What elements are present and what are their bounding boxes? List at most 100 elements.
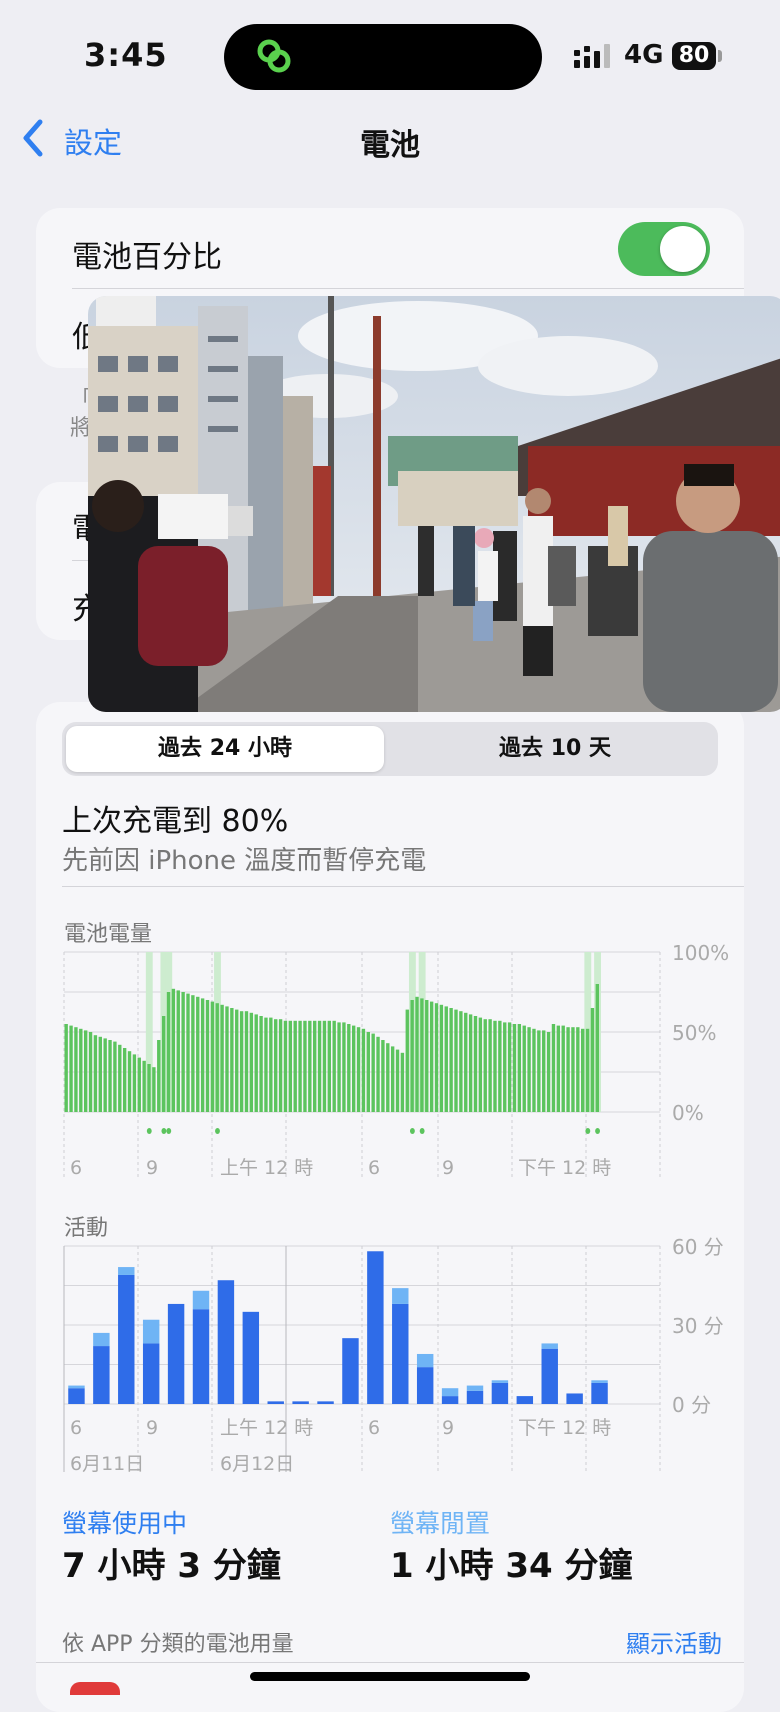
battery-level-bar xyxy=(439,1004,444,1112)
battery-level-bar xyxy=(249,1012,254,1112)
street-scene-image xyxy=(88,296,780,712)
activity-bar-screen-on xyxy=(416,1367,434,1404)
battery-level-bar xyxy=(581,1028,585,1112)
battery-level-bar xyxy=(308,1020,312,1112)
activity-chart[interactable]: 60 分 30 分 0 分 6 9 上午 12 時 6 9 下午 12 時 6月11日 6月12日 xyxy=(0,1236,780,1476)
battery-level-bar xyxy=(454,1009,458,1112)
app-icon-partial[interactable] xyxy=(70,1682,120,1695)
battery-level-bar xyxy=(83,1030,88,1112)
battery-level-bar xyxy=(420,998,424,1112)
time-range-segmented-control[interactable]: 過去 24 小時 過去 10 天 xyxy=(62,722,718,776)
screen-on-value: 7 小時 3 分鐘 xyxy=(62,1546,281,1586)
date-label: 6月11日 xyxy=(70,1453,144,1475)
battery-level-bar xyxy=(576,1027,580,1112)
battery-level-bar xyxy=(196,996,200,1112)
battery-level-bar xyxy=(542,1030,546,1112)
battery-level-bar xyxy=(186,993,190,1112)
last-charge-title: 上次充電到 80% xyxy=(62,804,289,839)
battery-level-bar xyxy=(342,1022,346,1112)
battery-level-bar xyxy=(122,1048,127,1112)
battery-level-bar xyxy=(410,1000,414,1112)
home-indicator[interactable] xyxy=(250,1672,530,1681)
tab-last-24-hours[interactable]: 過去 24 小時 xyxy=(62,722,388,776)
battery-level-bar xyxy=(322,1020,327,1112)
activity-bar-screen-on xyxy=(167,1303,185,1404)
battery-level-bar xyxy=(239,1011,244,1112)
activity-bar-screen-on xyxy=(541,1348,558,1404)
x-tick-label: 下午 12 時 xyxy=(518,1157,611,1179)
charging-marker xyxy=(409,1128,415,1134)
battery-level-bar xyxy=(361,1028,366,1112)
battery-level-bar xyxy=(488,1019,492,1112)
battery-level-chart[interactable]: 100% 50% 0% 6 9 上午 12 時 6 9 下午 12 時 xyxy=(0,940,780,1180)
tab-last-10-days[interactable]: 過去 10 天 xyxy=(392,722,718,776)
battery-level-bar xyxy=(157,1040,161,1112)
battery-level-bar xyxy=(561,1025,565,1112)
toggle-knob xyxy=(660,226,706,272)
activity-bar-screen-idle xyxy=(591,1380,608,1383)
battery-level-bar xyxy=(181,992,185,1112)
battery-level-bar xyxy=(332,1020,336,1112)
battery-level-bar xyxy=(293,1020,297,1112)
battery-level-bar xyxy=(498,1020,502,1112)
activity-bar-screen-idle xyxy=(142,1319,160,1344)
y-tick-label: 60 分 xyxy=(672,1236,724,1259)
activity-bar-screen-on xyxy=(367,1251,384,1404)
battery-level-bar xyxy=(200,998,205,1112)
page-title: 電池 xyxy=(360,128,420,163)
show-activity-button[interactable]: 顯示活動 xyxy=(626,1624,722,1659)
y-tick-label: 100% xyxy=(672,941,729,965)
x-tick-label: 6 xyxy=(368,1417,380,1439)
activity-bar-screen-on xyxy=(392,1303,409,1404)
battery-level-bar xyxy=(405,1009,409,1112)
battery-level-bar xyxy=(429,1001,434,1112)
y-tick-label: 50% xyxy=(672,1021,716,1045)
battery-level-bar xyxy=(571,1027,575,1112)
battery-level-bar xyxy=(493,1020,497,1112)
battery-level-bar xyxy=(64,1024,68,1112)
battery-level-bar xyxy=(283,1020,288,1112)
x-tick-label: 9 xyxy=(442,1157,454,1179)
activity-bar-screen-on xyxy=(292,1401,309,1404)
activity-bar-screen-idle xyxy=(392,1288,409,1304)
x-tick-label: 上午 12 時 xyxy=(220,1417,313,1439)
activity-bar-screen-on xyxy=(466,1390,484,1404)
activity-bar-screen-on xyxy=(118,1274,135,1404)
battery-level-bar xyxy=(546,1032,551,1112)
charging-marker xyxy=(161,1128,167,1134)
battery-level-bar xyxy=(356,1027,361,1112)
battery-level-bar xyxy=(118,1044,122,1112)
date-label: 6月12日 xyxy=(220,1453,294,1475)
row-divider xyxy=(72,288,744,289)
battery-level-bar xyxy=(473,1016,478,1112)
battery-level-bar xyxy=(483,1019,487,1112)
battery-level-bar xyxy=(137,1057,141,1112)
battery-level-bar xyxy=(590,1008,595,1112)
battery-level-bar xyxy=(317,1020,322,1112)
charging-marker xyxy=(595,1128,600,1134)
status-time: 3:45 xyxy=(84,36,168,74)
charging-marker xyxy=(166,1128,172,1134)
screen-idle-value: 1 小時 34 分鐘 xyxy=(390,1546,633,1586)
battery-level-bar xyxy=(478,1017,483,1112)
battery-level-bar xyxy=(585,1028,590,1112)
battery-nub xyxy=(718,50,722,62)
battery-level-bar xyxy=(113,1041,117,1112)
activity-bar-screen-idle xyxy=(441,1388,459,1397)
x-tick-label: 上午 12 時 xyxy=(220,1157,313,1179)
battery-level-bar xyxy=(235,1009,239,1112)
battery-level-bar xyxy=(176,990,180,1112)
activity-bar-screen-idle xyxy=(192,1290,210,1310)
battery-level-bar xyxy=(551,1024,556,1112)
dynamic-island[interactable] xyxy=(224,24,542,90)
activity-bar-screen-idle xyxy=(416,1353,434,1368)
battery-level-bar xyxy=(351,1025,356,1112)
battery-level-bar xyxy=(147,1064,151,1112)
battery-level-bar xyxy=(507,1022,512,1112)
battery-level-bar xyxy=(254,1014,258,1112)
app-usage-label: 依 APP 分類的電池用量 xyxy=(62,1632,294,1657)
battery-level-bar xyxy=(347,1024,351,1112)
link-rings-icon xyxy=(257,39,291,73)
picture-in-picture-video[interactable] xyxy=(88,296,780,712)
battery-percentage-toggle[interactable] xyxy=(618,222,710,276)
